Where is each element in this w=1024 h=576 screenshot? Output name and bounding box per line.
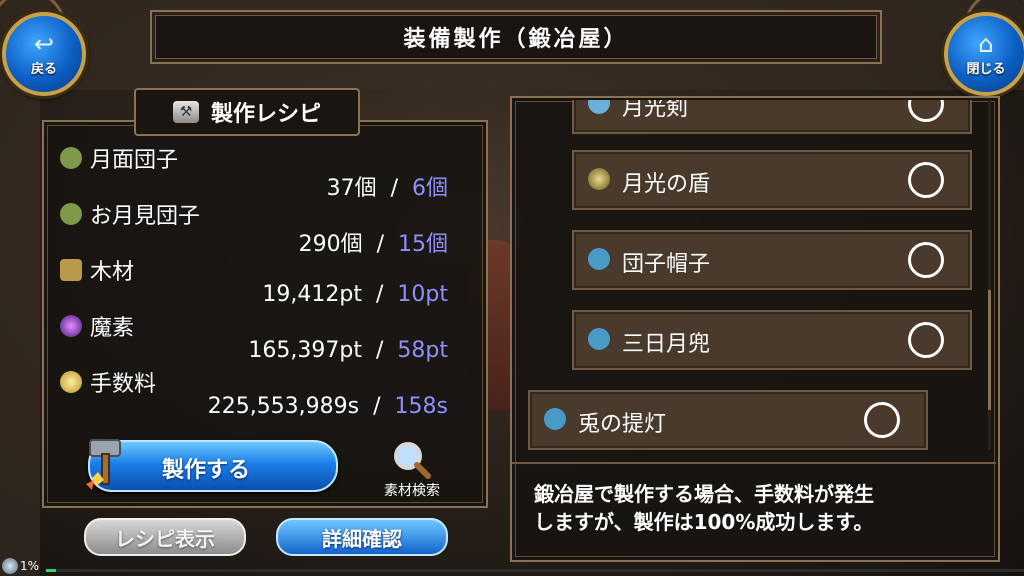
recipe-panel-header: ⚒ 製作レシピ — [134, 88, 360, 136]
page-title: 装備製作（鍛冶屋） — [150, 10, 882, 64]
material-name: 手数料 — [90, 372, 157, 397]
material-sep: / — [373, 394, 381, 419]
description-line: 鍛冶屋で製作する場合、手数料が発生 — [534, 482, 874, 506]
lantern-icon — [544, 408, 566, 430]
item-name: 三日月兜 — [622, 332, 711, 357]
material-row: 手数料 225,553,989s / 158s — [60, 366, 460, 422]
material-row: 木材 19,412pt / 10pt — [60, 254, 460, 310]
description-box: 鍛冶屋で製作する場合、手数料が発生 しますが、製作は100%成功します。 — [512, 462, 996, 556]
sword-icon — [588, 100, 610, 114]
anvil-icon: ⚒ — [172, 101, 199, 123]
item-name: 月光剣 — [622, 100, 689, 121]
magnifier-icon — [394, 442, 431, 479]
select-circle-icon[interactable] — [864, 402, 900, 438]
back-button[interactable]: ↩ 戻る — [2, 12, 86, 96]
craft-button[interactable]: 製作する — [86, 439, 338, 492]
material-name: お月見団子 — [90, 204, 201, 229]
material-search-label: 素材検索 — [384, 483, 440, 499]
shield-icon — [588, 168, 610, 190]
wood-icon — [60, 259, 82, 281]
hat-icon — [588, 248, 610, 270]
globe-icon — [2, 558, 18, 574]
material-name: 木材 — [90, 260, 135, 285]
description-line: しますが、製作は100%成功します。 — [534, 510, 874, 534]
craft-label: 製作する — [162, 458, 251, 483]
detail-button[interactable]: 詳細確認 — [276, 518, 448, 556]
item-name: 兎の提灯 — [578, 412, 667, 437]
helmet-icon — [588, 328, 610, 350]
home-icon: ⌂ — [978, 29, 994, 58]
item-list: 月光剣 月光の盾 団子帽子 三日月兜 兎の提灯 — [520, 100, 986, 452]
select-circle-icon[interactable] — [908, 162, 944, 198]
pouch-icon — [60, 147, 82, 169]
scrollbar-thumb[interactable] — [988, 290, 991, 410]
list-item[interactable]: 月光の盾 — [572, 150, 972, 210]
item-name: 団子帽子 — [622, 252, 711, 277]
list-item[interactable]: 兎の提灯 — [528, 390, 928, 450]
list-item[interactable]: 団子帽子 — [572, 230, 972, 290]
progress-label: 1% — [20, 559, 40, 573]
material-need: 10pt — [397, 282, 448, 307]
select-circle-icon[interactable] — [908, 100, 944, 122]
material-row: 魔素 165,397pt / 58pt — [60, 310, 460, 366]
material-need: 58pt — [397, 338, 448, 363]
hammer-icon — [86, 439, 121, 490]
list-item[interactable]: 三日月兜 — [572, 310, 972, 370]
recipe-panel-title: 製作レシピ — [210, 102, 321, 127]
close-label: 閉じる — [966, 61, 1006, 77]
list-item[interactable]: 月光剣 — [572, 100, 972, 134]
material-have: 19,412pt — [262, 282, 362, 307]
back-label: 戻る — [30, 61, 57, 77]
material-sep: / — [375, 282, 384, 307]
pouch-icon — [60, 203, 82, 225]
select-circle-icon[interactable] — [908, 242, 944, 278]
progress-fill — [46, 569, 56, 572]
material-sep: / — [375, 338, 384, 363]
close-button[interactable]: ⌂ 閉じる — [944, 12, 1024, 96]
material-have: 225,553,989s — [207, 394, 360, 419]
material-need: 158s — [394, 394, 448, 419]
material-row: 月面団子 37個 / 6個 — [60, 142, 460, 201]
coins-icon — [60, 371, 82, 393]
orb-icon — [60, 315, 82, 337]
select-circle-icon[interactable] — [908, 322, 944, 358]
material-row: お月見団子 290個 / 15個 — [60, 198, 460, 257]
material-name: 魔素 — [90, 316, 135, 341]
material-name: 月面団子 — [90, 148, 179, 173]
item-name: 月光の盾 — [622, 172, 711, 197]
recipe-view-button[interactable]: レシピ表示 — [84, 518, 246, 556]
material-have: 165,397pt — [248, 338, 362, 363]
progress-track — [46, 569, 1024, 572]
progress-indicator: 1% — [0, 556, 1024, 576]
material-search-button[interactable]: 素材検索 — [366, 440, 458, 500]
back-arrow-icon: ↩ — [33, 29, 55, 58]
